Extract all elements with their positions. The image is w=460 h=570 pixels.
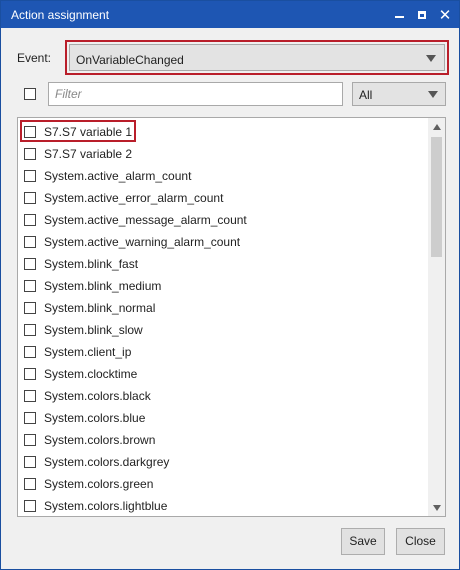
item-checkbox[interactable] (24, 390, 36, 402)
item-label: System.client_ip (44, 345, 132, 359)
close-button[interactable]: Close (396, 528, 445, 555)
close-window-button[interactable]: ✕ (434, 1, 456, 28)
save-button[interactable]: Save (341, 528, 385, 555)
list-item[interactable]: System.colors.blue (18, 407, 428, 429)
item-checkbox[interactable] (24, 412, 36, 424)
list-item[interactable]: System.active_message_alarm_count (18, 209, 428, 231)
item-label: System.blink_slow (44, 323, 143, 337)
item-checkbox[interactable] (24, 148, 36, 160)
list-item[interactable]: System.colors.brown (18, 429, 428, 451)
list-item[interactable]: System.client_ip (18, 341, 428, 363)
dialog-window: Action assignment ✕ Event: OnVariableCha… (0, 0, 460, 570)
item-checkbox[interactable] (24, 500, 36, 512)
list-item[interactable]: System.active_error_alarm_count (18, 187, 428, 209)
item-label: System.colors.brown (44, 433, 156, 447)
window-title: Action assignment (11, 8, 110, 22)
list-item[interactable]: System.clocktime (18, 363, 428, 385)
item-label: System.colors.green (44, 477, 154, 491)
filter-scope-select[interactable]: All (352, 82, 446, 106)
scrollbar-thumb[interactable] (431, 137, 442, 257)
item-label: System.active_alarm_count (44, 169, 192, 183)
minimize-icon (394, 15, 404, 18)
item-label: System.colors.lightblue (44, 499, 168, 513)
list-item[interactable]: System.colors.lightblue (18, 495, 428, 516)
item-label: S7.S7 variable 2 (44, 147, 133, 161)
list-item[interactable]: System.active_alarm_count (18, 165, 428, 187)
item-label: System.blink_medium (44, 279, 162, 293)
event-label: Event: (17, 51, 52, 65)
item-label: System.colors.blue (44, 411, 146, 425)
item-label: System.active_warning_alarm_count (44, 235, 241, 249)
item-checkbox[interactable] (24, 170, 36, 182)
item-label: System.colors.darkgrey (44, 455, 170, 469)
item-checkbox[interactable] (24, 192, 36, 204)
item-checkbox[interactable] (24, 302, 36, 314)
item-checkbox[interactable] (24, 346, 36, 358)
event-selected-value: OnVariableChanged (76, 53, 184, 67)
list-item[interactable]: System.blink_normal (18, 297, 428, 319)
list-item[interactable]: System.blink_fast (18, 253, 428, 275)
chevron-down-icon (426, 55, 436, 62)
item-checkbox[interactable] (24, 324, 36, 336)
filter-scope-value: All (359, 88, 373, 102)
select-all-checkbox[interactable] (24, 88, 36, 100)
maximize-icon (418, 10, 426, 19)
scroll-up-button[interactable] (428, 118, 445, 135)
item-checkbox[interactable] (24, 368, 36, 380)
item-label: System.blink_normal (44, 301, 156, 315)
list-item[interactable]: S7.S7 variable 2 (18, 143, 428, 165)
item-label: System.blink_fast (44, 257, 139, 271)
item-checkbox[interactable] (24, 434, 36, 446)
chevron-down-icon (428, 91, 438, 98)
list-item[interactable]: System.blink_medium (18, 275, 428, 297)
arrow-up-icon (432, 123, 441, 130)
item-label: System.active_error_alarm_count (44, 191, 224, 205)
list-item[interactable]: System.blink_slow (18, 319, 428, 341)
item-checkbox[interactable] (24, 214, 36, 226)
maximize-button[interactable] (411, 1, 433, 28)
item-label: System.clocktime (44, 367, 138, 381)
variable-list: S7.S7 variable 1 S7.S7 variable 2 System.a… (17, 117, 446, 517)
item-label: System.colors.black (44, 389, 151, 403)
vertical-scrollbar[interactable] (428, 118, 445, 516)
list-item[interactable]: System.active_warning_alarm_count (18, 231, 428, 253)
item-checkbox[interactable] (24, 478, 36, 490)
list-item[interactable]: System.colors.black (18, 385, 428, 407)
title-bar[interactable]: Action assignment ✕ (1, 1, 459, 28)
item-checkbox[interactable] (24, 236, 36, 248)
scroll-down-button[interactable] (428, 499, 445, 516)
list-item[interactable]: System.colors.darkgrey (18, 451, 428, 473)
event-select-highlight: OnVariableChanged (65, 40, 449, 75)
item-checkbox[interactable] (24, 258, 36, 270)
list-item[interactable]: System.colors.green (18, 473, 428, 495)
minimize-button[interactable] (388, 1, 410, 28)
close-icon: ✕ (438, 6, 452, 24)
filter-input[interactable] (48, 82, 343, 106)
item-checkbox[interactable] (24, 280, 36, 292)
item-checkbox[interactable] (24, 456, 36, 468)
arrow-down-icon (432, 504, 441, 511)
item-label: System.active_message_alarm_count (44, 213, 247, 227)
event-select[interactable]: OnVariableChanged (69, 44, 445, 71)
item-highlight-box (20, 120, 136, 142)
